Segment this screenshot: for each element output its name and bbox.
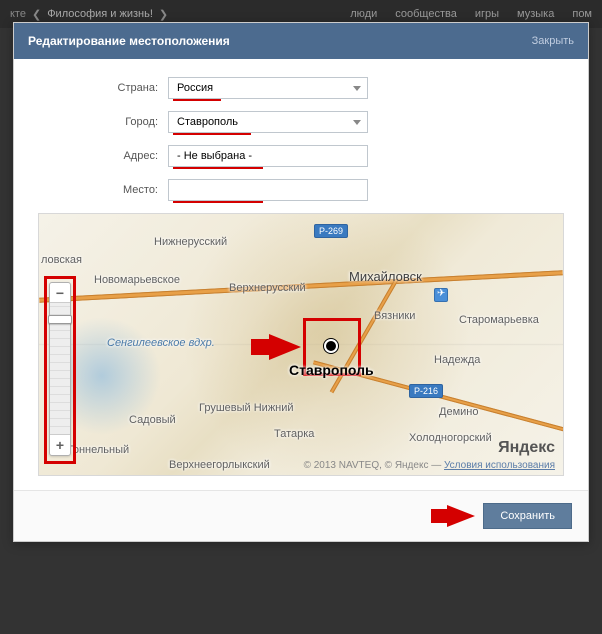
row-place: Место: [38, 179, 564, 201]
save-button[interactable]: Сохранить [483, 503, 572, 529]
arrow-icon [269, 334, 301, 360]
chevron-down-icon [353, 86, 361, 91]
modal-body: Страна: Россия Город: Ставрополь Адрес: [14, 59, 588, 490]
map-label: Вязники [374, 310, 415, 322]
zoom-handle[interactable] [48, 315, 72, 324]
breadcrumb-title[interactable]: Философия и жизнь! [47, 8, 153, 20]
marker-label: Ставрополь [289, 362, 374, 378]
country-select[interactable]: Россия [168, 77, 368, 99]
map-label: Грушевый Нижний [199, 402, 294, 414]
address-label: Адрес: [38, 150, 168, 162]
place-input[interactable] [168, 179, 368, 201]
nav-item-help[interactable]: пом [572, 8, 592, 20]
map-label: Демино [439, 406, 478, 418]
nav-item-communities[interactable]: сообщества [395, 8, 457, 20]
map-label: Старомарьевка [459, 314, 539, 326]
map-label: Надежда [434, 354, 480, 366]
map-terms-link[interactable]: Условия использования [444, 460, 555, 471]
map-label: Михайловск [349, 269, 422, 284]
modal-title: Редактирование местоположения [28, 34, 230, 48]
airport-icon [434, 288, 448, 302]
chevron-left-icon[interactable]: ❮ [32, 8, 41, 21]
row-country: Страна: Россия [38, 77, 564, 99]
map-label: Верхнеегорлыкский [169, 459, 270, 471]
map-label: Сенгилеевское вдхр. [107, 337, 215, 349]
map-label: Нижнерусский [154, 236, 227, 248]
nav-item-games[interactable]: игры [475, 8, 499, 20]
city-value: Ставрополь [177, 116, 238, 128]
highlight-underline [173, 133, 251, 135]
highlight-underline [173, 201, 263, 203]
map-marker[interactable] [324, 339, 342, 357]
map-label: Татарка [274, 428, 314, 440]
yandex-logo: Яндекс [498, 439, 555, 457]
credit-text: © 2013 NAVTEQ, © Яндекс — [304, 460, 444, 471]
road-badge: Р-269 [314, 224, 348, 238]
zoom-in-button[interactable]: + [50, 435, 70, 455]
road-badge: Р-216 [409, 384, 443, 398]
row-address: Адрес: [38, 145, 564, 167]
logo-fragment: кте [10, 8, 26, 20]
chevron-down-icon [353, 120, 361, 125]
place-label: Место: [38, 184, 168, 196]
nav-item-music[interactable]: музыка [517, 8, 554, 20]
arrow-icon [447, 505, 475, 527]
modal-footer: Сохранить [14, 490, 588, 541]
map[interactable]: Нижнерусский ловская Новомарьевское Верх… [38, 213, 564, 476]
map-label: Тоннельный [67, 444, 129, 456]
country-value: Россия [177, 82, 213, 94]
zoom-slider[interactable] [50, 303, 70, 435]
map-label: ловская [41, 254, 82, 266]
zoom-out-button[interactable]: − [50, 283, 70, 303]
country-label: Страна: [38, 82, 168, 94]
chevron-right-icon[interactable]: ❯ [159, 8, 168, 21]
marker-pin-icon [324, 339, 338, 353]
address-input[interactable] [168, 145, 368, 167]
highlight-underline [173, 167, 263, 169]
modal-header: Редактирование местоположения Закрыть [14, 23, 588, 59]
map-label: Холодногорский [409, 432, 492, 444]
map-label: Новомарьевское [94, 274, 180, 286]
location-edit-modal: Редактирование местоположения Закрыть Ст… [13, 22, 589, 542]
row-city: Город: Ставрополь [38, 111, 564, 133]
map-credit: © 2013 NAVTEQ, © Яндекс — Условия исполь… [304, 460, 555, 471]
city-select[interactable]: Ставрополь [168, 111, 368, 133]
nav-item-people[interactable]: люди [350, 8, 377, 20]
highlight-underline [173, 99, 221, 101]
map-label: Верхнерусский [229, 282, 306, 294]
close-button[interactable]: Закрыть [532, 35, 574, 47]
zoom-control: − + [49, 282, 71, 456]
city-label: Город: [38, 116, 168, 128]
map-label: Садовый [129, 414, 176, 426]
